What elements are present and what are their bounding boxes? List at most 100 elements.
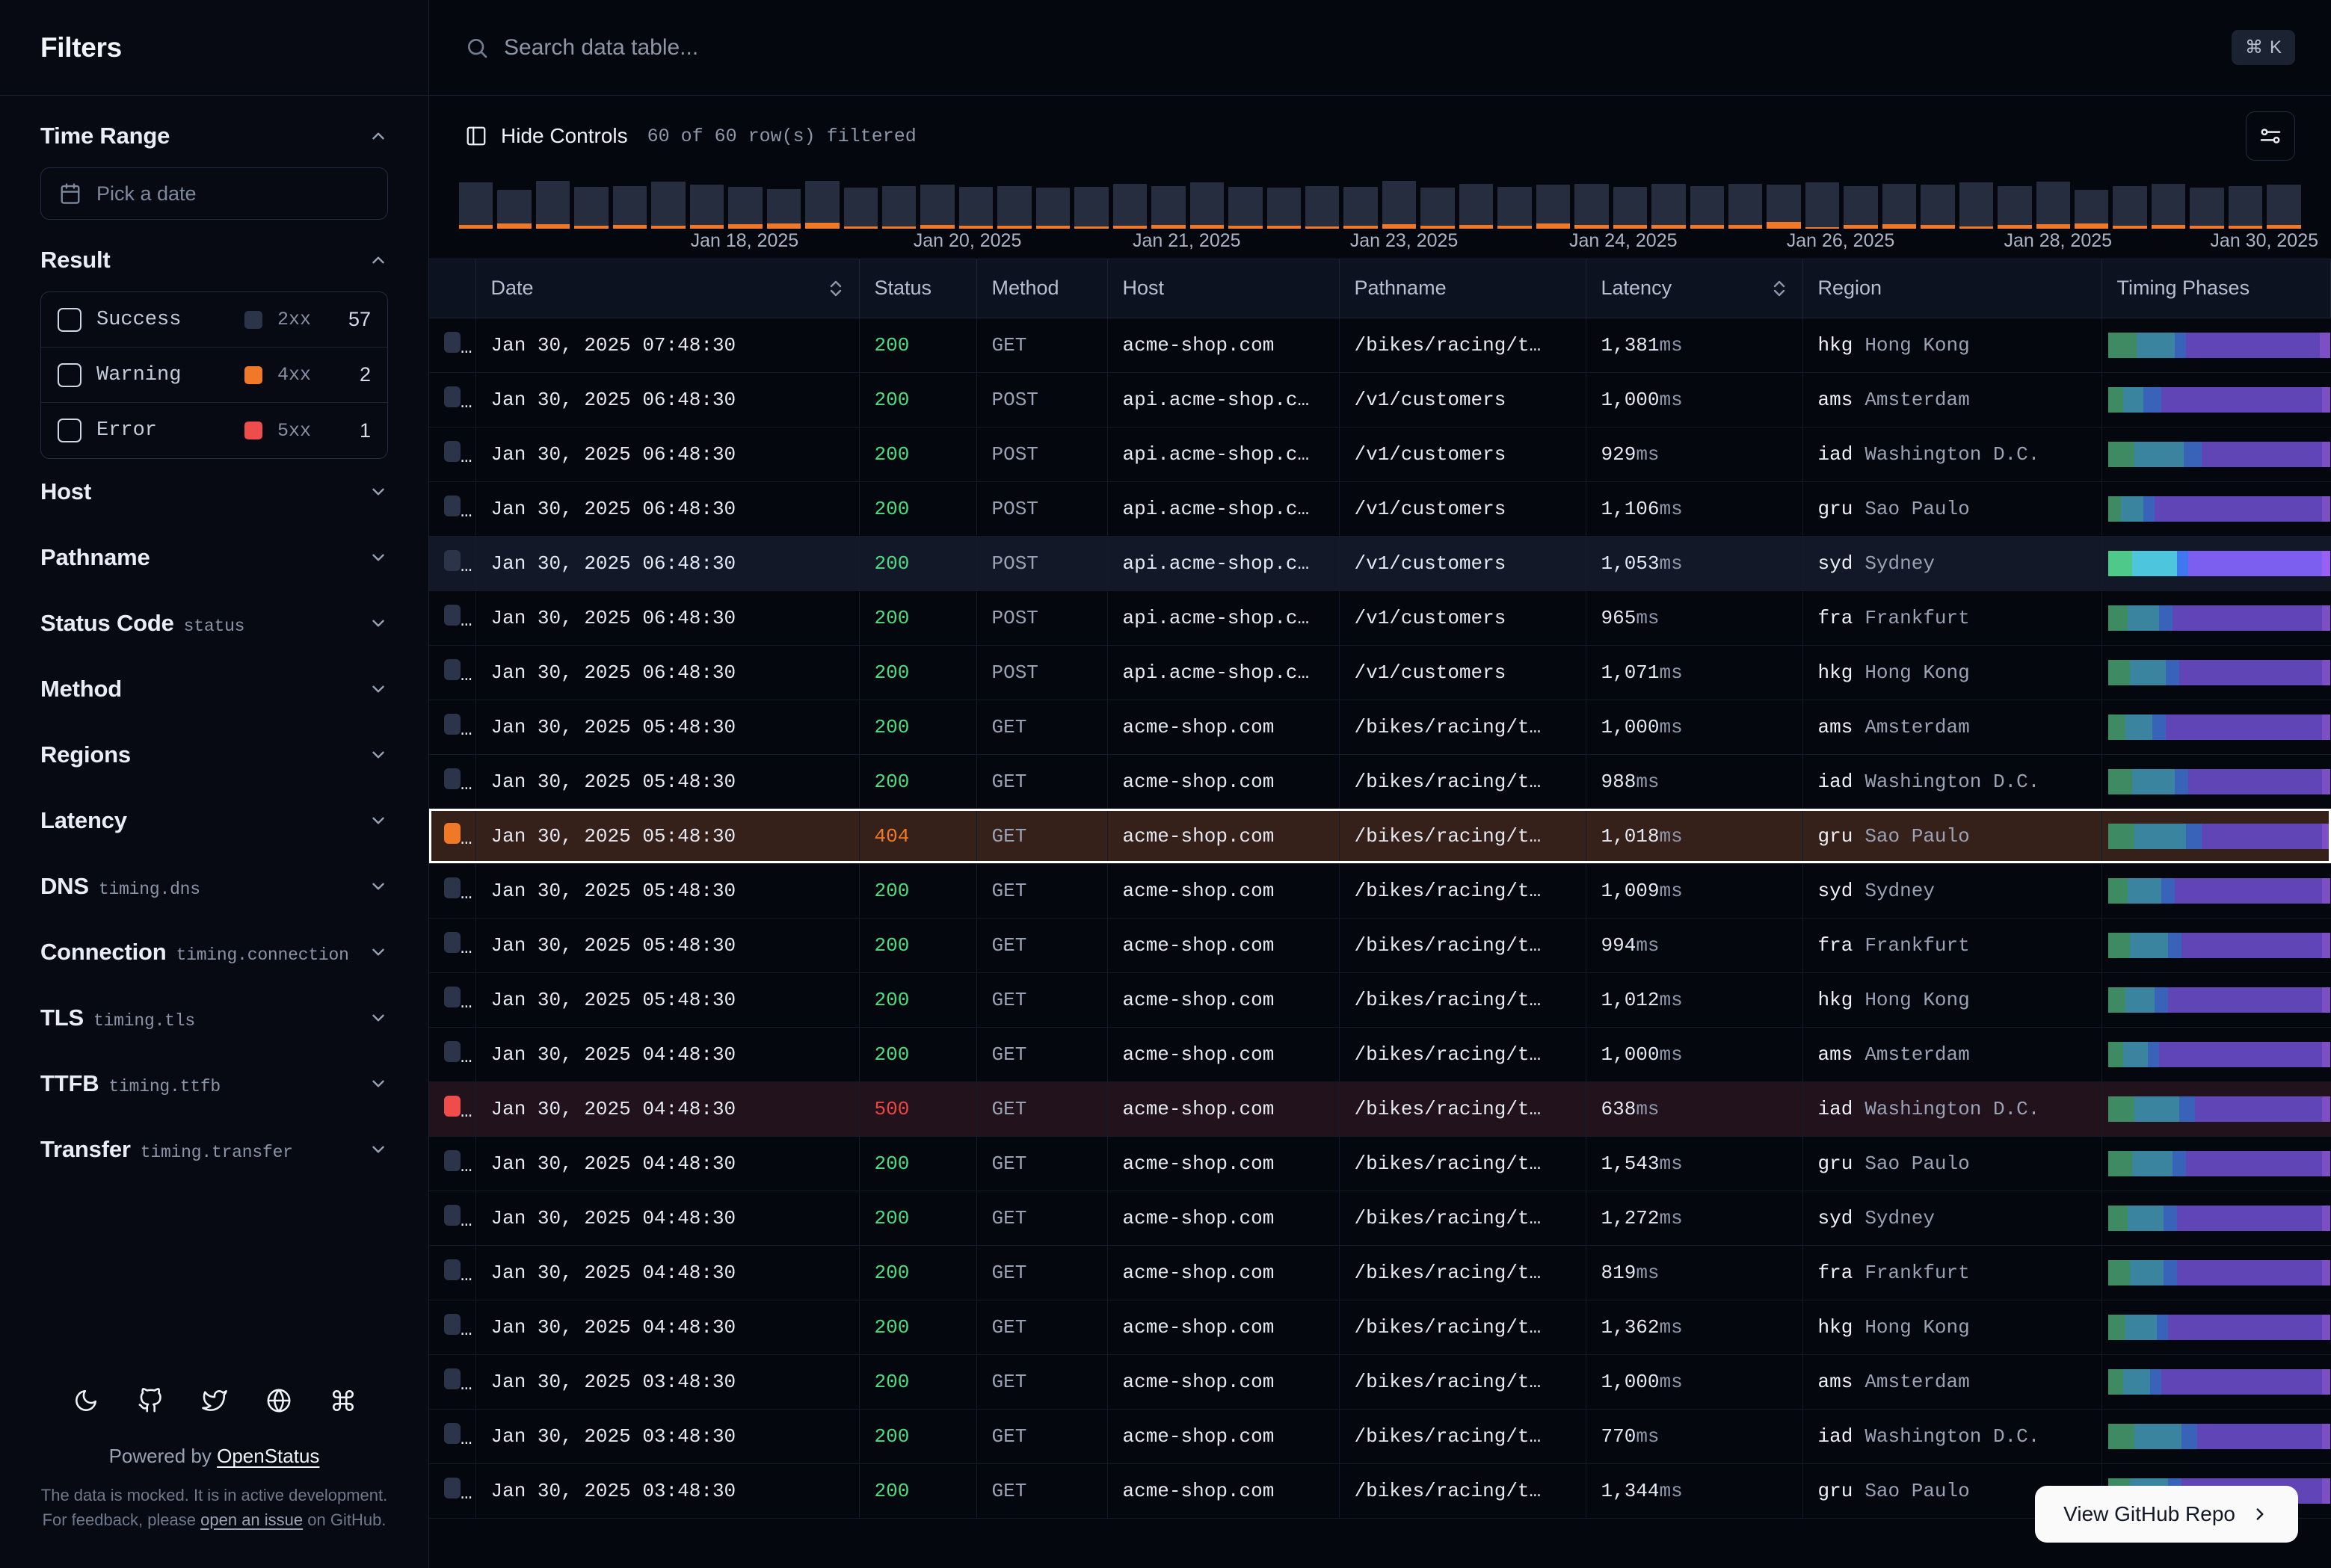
timeline-bar[interactable]	[612, 185, 647, 229]
timeline-bar[interactable]	[1266, 188, 1301, 229]
timeline-bar[interactable]	[2151, 183, 2186, 229]
result-filter-row-4xx[interactable]: Warning 4xx 2	[41, 348, 387, 403]
row-status-indicator-cell[interactable]	[429, 318, 476, 373]
filter-section-tls[interactable]: TLS timing.tls	[40, 985, 388, 1051]
timeline-bar[interactable]	[2113, 185, 2147, 229]
section-result[interactable]: Result	[40, 220, 388, 291]
cell-timing-phases[interactable]	[2101, 972, 2331, 1028]
timeline-bar[interactable]	[1536, 185, 1571, 229]
table-row[interactable]: Jan 30, 2025 03:48:30 200 GET acme-shop.com…	[429, 1354, 2331, 1410]
timeline-bar[interactable]	[2228, 185, 2263, 229]
timeline-bar[interactable]	[1343, 187, 1378, 229]
timeline-bar[interactable]	[1844, 185, 1878, 229]
cell-timing-phases[interactable]	[2101, 754, 2331, 809]
cell-timing-phases[interactable]	[2101, 1081, 2331, 1137]
timeline-chart[interactable]: Jan 18, 2025 Jan 20, 2025 Jan 21, 2025 Jan …	[429, 176, 2331, 259]
table-row[interactable]: Jan 30, 2025 04:48:30 200 GET acme-shop.com…	[429, 1191, 2331, 1246]
table-row[interactable]: Jan 30, 2025 05:48:30 200 GET acme-shop.com…	[429, 754, 2331, 809]
table-header-region[interactable]: Region	[1802, 259, 2102, 318]
open-an-issue-link[interactable]: open an issue	[200, 1510, 303, 1529]
row-status-indicator-cell[interactable]	[429, 1354, 476, 1410]
timeline-bar[interactable]	[1151, 185, 1186, 229]
row-status-indicator-cell[interactable]	[429, 863, 476, 919]
section-time-range[interactable]: Time Range	[40, 96, 388, 167]
filter-section-pathname[interactable]: Pathname	[40, 525, 388, 590]
timeline-bar[interactable]	[1805, 182, 1840, 229]
view-options-button[interactable]	[2246, 111, 2295, 161]
filter-section-status-code[interactable]: Status Code status	[40, 590, 388, 656]
github-icon[interactable]	[138, 1388, 163, 1413]
timeline-bar[interactable]	[1420, 188, 1455, 229]
timeline-bar[interactable]	[2036, 182, 2071, 229]
filter-section-dns[interactable]: DNS timing.dns	[40, 854, 388, 919]
data-table-wrapper[interactable]: Date Status Method Host Pathname Latency Regio…	[429, 259, 2331, 1568]
cell-timing-phases[interactable]	[2101, 1027, 2331, 1082]
timeline-bar[interactable]	[1112, 183, 1148, 229]
search-field-wrapper[interactable]: ⌘ K	[446, 12, 2315, 84]
table-header-method[interactable]: Method	[976, 259, 1108, 318]
timeline-bar[interactable]	[1574, 183, 1609, 229]
table-row[interactable]: Jan 30, 2025 04:48:30 200 GET acme-shop.com…	[429, 1136, 2331, 1191]
timeline-bar[interactable]	[459, 182, 493, 229]
hide-controls-button[interactable]: Hide Controls	[465, 124, 628, 148]
filter-section-method[interactable]: Method	[40, 656, 388, 722]
cell-timing-phases[interactable]	[2101, 318, 2331, 373]
cell-timing-phases[interactable]	[2101, 809, 2331, 864]
cell-timing-phases[interactable]	[2101, 1409, 2331, 1464]
timeline-bar[interactable]	[535, 180, 570, 229]
search-input[interactable]	[504, 34, 2217, 61]
table-header-timing-phases[interactable]: Timing Phases	[2101, 259, 2331, 318]
result-checkbox-4xx[interactable]	[58, 362, 81, 387]
timeline-bar[interactable]	[1613, 187, 1648, 229]
cell-timing-phases[interactable]	[2101, 918, 2331, 973]
row-status-indicator-cell[interactable]	[429, 481, 476, 537]
filter-section-host[interactable]: Host	[40, 459, 388, 525]
timeline-bar[interactable]	[1497, 187, 1532, 229]
table-row[interactable]: Jan 30, 2025 05:48:30 200 GET acme-shop.com…	[429, 700, 2331, 755]
cell-timing-phases[interactable]	[2101, 863, 2331, 919]
timeline-bar[interactable]	[728, 187, 763, 229]
timeline-bar[interactable]	[1728, 183, 1763, 229]
table-row[interactable]: Jan 30, 2025 06:48:30 200 POST api.acme-sho…	[429, 427, 2331, 482]
twitter-icon[interactable]	[201, 1388, 227, 1413]
timeline-bar[interactable]	[1998, 185, 2032, 229]
view-github-repo-button[interactable]: View GitHub Repo	[2035, 1486, 2298, 1543]
table-row[interactable]: Jan 30, 2025 05:48:30 200 GET acme-shop.com…	[429, 863, 2331, 919]
row-status-indicator-cell[interactable]	[429, 1300, 476, 1355]
row-status-indicator-cell[interactable]	[429, 918, 476, 973]
filter-section-regions[interactable]: Regions	[40, 722, 388, 788]
table-header-latency[interactable]: Latency	[1586, 259, 1803, 318]
table-header-pathname[interactable]: Pathname	[1339, 259, 1586, 318]
table-row[interactable]: Jan 30, 2025 06:48:30 200 POST api.acme-sho…	[429, 590, 2331, 646]
table-header-date[interactable]: Date	[475, 259, 860, 318]
table-row[interactable]: Jan 30, 2025 03:48:30 200 GET acme-shop.com…	[429, 1409, 2331, 1464]
cell-timing-phases[interactable]	[2101, 481, 2331, 537]
timeline-bar[interactable]	[881, 185, 917, 229]
filter-section-ttfb[interactable]: TTFB timing.ttfb	[40, 1051, 388, 1117]
table-header-status[interactable]: Status	[859, 259, 977, 318]
table-header-host[interactable]: Host	[1107, 259, 1340, 318]
pick-a-date-button[interactable]: Pick a date	[40, 167, 388, 220]
timeline-bar[interactable]	[651, 182, 686, 229]
table-row[interactable]: Jan 30, 2025 04:48:30 200 GET acme-shop.com…	[429, 1245, 2331, 1300]
cell-timing-phases[interactable]	[2101, 645, 2331, 700]
timeline-bar[interactable]	[920, 185, 955, 229]
row-status-indicator-cell[interactable]	[429, 1409, 476, 1464]
row-status-indicator-cell[interactable]	[429, 1027, 476, 1082]
cell-timing-phases[interactable]	[2101, 536, 2331, 591]
table-row[interactable]: Jan 30, 2025 06:48:30 200 POST api.acme-sho…	[429, 536, 2331, 591]
timeline-bar[interactable]	[574, 187, 609, 229]
timeline-bar[interactable]	[805, 180, 840, 229]
table-row[interactable]: Jan 30, 2025 04:48:30 200 GET acme-shop.com…	[429, 1300, 2331, 1355]
timeline-bar[interactable]	[1035, 188, 1071, 229]
cell-timing-phases[interactable]	[2101, 1354, 2331, 1410]
cell-timing-phases[interactable]	[2101, 1245, 2331, 1300]
cell-timing-phases[interactable]	[2101, 1300, 2331, 1355]
cell-timing-phases[interactable]	[2101, 1191, 2331, 1246]
timeline-bar[interactable]	[766, 188, 801, 229]
table-row[interactable]: Jan 30, 2025 05:48:30 404 GET acme-shop.com…	[429, 809, 2331, 864]
table-row[interactable]: Jan 30, 2025 04:48:30 500 GET acme-shop.com…	[429, 1081, 2331, 1137]
row-status-indicator-cell[interactable]	[429, 700, 476, 755]
result-checkbox-5xx[interactable]	[58, 419, 81, 442]
timeline-bar[interactable]	[2267, 185, 2301, 229]
